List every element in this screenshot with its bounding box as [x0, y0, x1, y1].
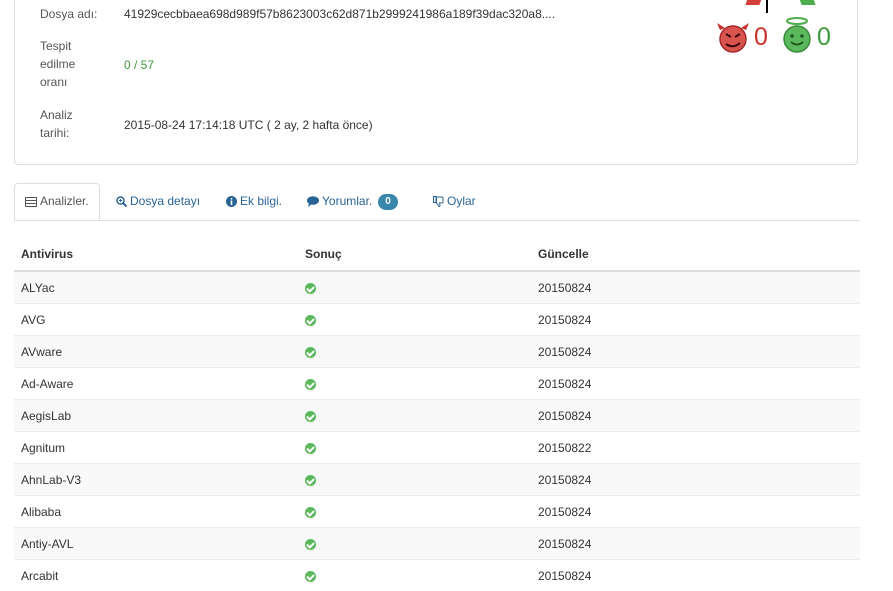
- check-circle-icon: [305, 539, 316, 550]
- update-date: 20150824: [531, 464, 860, 496]
- table-row: AegisLab 20150824: [14, 400, 860, 432]
- tab-label: Analizler.: [40, 194, 89, 208]
- tab-analizler[interactable]: Analizler.: [14, 183, 100, 220]
- table-row: AhnLab-V3 20150824: [14, 464, 860, 496]
- update-date: 20150824: [531, 560, 860, 591]
- thumbs-down-icon: [433, 196, 444, 207]
- tab-oylar[interactable]: Oylar: [433, 183, 476, 219]
- detection-label-line3: oranı: [40, 73, 67, 91]
- table-row: Ad-Aware 20150824: [14, 368, 860, 400]
- info-sign-icon: [226, 196, 237, 207]
- update-date: 20150822: [531, 432, 860, 464]
- antivirus-name: Alibaba: [14, 496, 298, 528]
- check-circle-icon: [305, 411, 316, 422]
- tab-bar: Analizler. Dosya detayı Ek bilgi. Yoruml…: [14, 183, 860, 221]
- file-name-label: Dosya adı:: [40, 5, 97, 23]
- antivirus-name: Ad-Aware: [14, 368, 298, 400]
- tab-yorumlar[interactable]: Yorumlar. 0: [307, 183, 398, 219]
- angel-face-icon[interactable]: [780, 16, 814, 54]
- result-cell: [298, 368, 531, 400]
- table-row: Agnitum 20150822: [14, 432, 860, 464]
- column-header-antivirus[interactable]: Antivirus: [14, 237, 298, 271]
- update-date: 20150824: [531, 368, 860, 400]
- comment-icon: [307, 196, 319, 207]
- table-row: AVware 20150824: [14, 336, 860, 368]
- analysis-date-value: 2015-08-24 17:14:18 UTC ( 2 ay, 2 hafta …: [124, 116, 373, 134]
- result-cell: [298, 304, 531, 336]
- antivirus-name: ALYac: [14, 271, 298, 304]
- column-header-update[interactable]: Güncelle: [531, 237, 860, 271]
- table-header-row: Antivirus Sonuç Güncelle: [14, 237, 860, 271]
- antivirus-name: AVware: [14, 336, 298, 368]
- analysis-date-label-line2: tarihi:: [40, 124, 69, 142]
- antivirus-name: Agnitum: [14, 432, 298, 464]
- result-cell: [298, 336, 531, 368]
- update-date: 20150824: [531, 271, 860, 304]
- update-date: 20150824: [531, 336, 860, 368]
- zoom-in-icon: [116, 196, 127, 207]
- file-name-value: 41929cecbbaea698d989f57b8623003c62d871b2…: [124, 5, 555, 23]
- tab-label: Ek bilgi.: [240, 194, 282, 208]
- antivirus-name: AhnLab-V3: [14, 464, 298, 496]
- table-row: Arcabit 20150824: [14, 560, 860, 591]
- devil-face-icon[interactable]: [715, 22, 751, 54]
- column-header-result[interactable]: Sonuç: [298, 237, 531, 271]
- antivirus-name: AVG: [14, 304, 298, 336]
- analysis-date-label-line1: Analiz: [40, 106, 73, 124]
- tab-dosya-detayi[interactable]: Dosya detayı: [116, 183, 200, 219]
- tab-label: Dosya detayı: [130, 194, 200, 208]
- table-row: AVG 20150824: [14, 304, 860, 336]
- comment-count-badge: 0: [378, 194, 398, 210]
- table-row: Alibaba 20150824: [14, 496, 860, 528]
- gauge-green-segment: [798, 0, 815, 5]
- update-date: 20150824: [531, 528, 860, 560]
- result-cell: [298, 464, 531, 496]
- tab-label: Oylar: [447, 194, 476, 208]
- antivirus-name: Arcabit: [14, 560, 298, 591]
- check-circle-icon: [305, 315, 316, 326]
- result-cell: [298, 271, 531, 304]
- gauge-needle: [766, 0, 768, 13]
- check-circle-icon: [305, 571, 316, 582]
- table-icon: [25, 197, 37, 207]
- tab-label: Yorumlar.: [322, 194, 372, 208]
- result-cell: [298, 432, 531, 464]
- check-circle-icon: [305, 379, 316, 390]
- result-cell: [298, 400, 531, 432]
- detection-label-line1: Tespit: [40, 37, 71, 55]
- detection-ratio: 0 / 57: [124, 56, 154, 74]
- malicious-vote-count: 0: [754, 22, 768, 52]
- table-row: Antiy-AVL 20150824: [14, 528, 860, 560]
- check-circle-icon: [305, 283, 316, 294]
- tab-ek-bilgi[interactable]: Ek bilgi.: [226, 183, 282, 219]
- antivirus-name: AegisLab: [14, 400, 298, 432]
- update-date: 20150824: [531, 400, 860, 432]
- table-row: ALYac 20150824: [14, 271, 860, 304]
- check-circle-icon: [305, 347, 316, 358]
- detection-label-line2: edilme: [40, 55, 75, 73]
- result-cell: [298, 528, 531, 560]
- update-date: 20150824: [531, 304, 860, 336]
- result-cell: [298, 560, 531, 591]
- result-cell: [298, 496, 531, 528]
- harmless-vote-count: 0: [817, 22, 831, 52]
- antivirus-name: Antiy-AVL: [14, 528, 298, 560]
- update-date: 20150824: [531, 496, 860, 528]
- check-circle-icon: [305, 443, 316, 454]
- check-circle-icon: [305, 507, 316, 518]
- antivirus-results-table: Antivirus Sonuç Güncelle ALYac20150824AV…: [14, 237, 860, 591]
- check-circle-icon: [305, 475, 316, 486]
